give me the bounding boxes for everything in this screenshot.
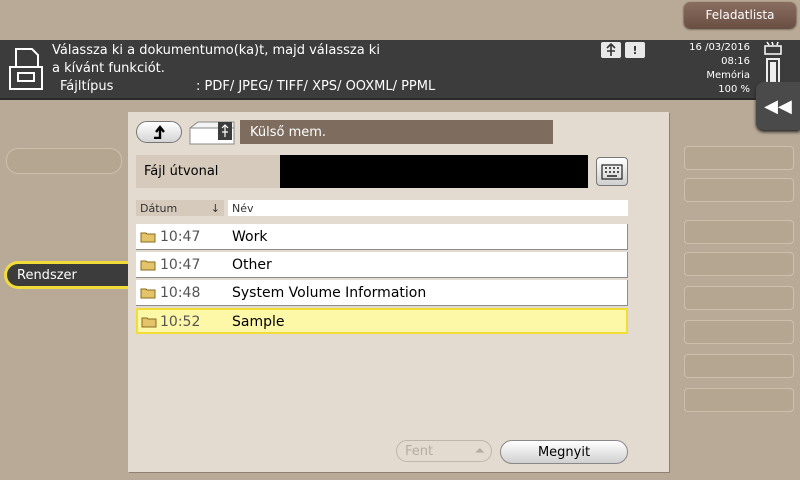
right-inactive-button — [684, 146, 794, 170]
open-button[interactable]: Megnyit — [500, 440, 628, 464]
usb-icon — [601, 42, 621, 58]
double-chevron-up-icon: ⏶ — [474, 443, 485, 459]
right-inactive-button — [684, 220, 794, 244]
right-inactive-button — [684, 354, 794, 378]
folder-icon — [140, 232, 156, 243]
file-name: Other — [232, 257, 272, 273]
job-list-button[interactable]: Feladatlista — [684, 2, 796, 28]
folder-icon — [141, 317, 157, 328]
right-inactive-button — [684, 388, 794, 412]
column-header-date[interactable]: Dátum ↓ — [136, 200, 224, 216]
date-display: 16 /03/2016 — [689, 42, 750, 53]
file-list-row[interactable]: 10:48 System Volume Information — [136, 280, 628, 306]
file-name: Sample — [232, 314, 285, 330]
file-time: 10:47 — [160, 257, 201, 273]
file-path-field[interactable] — [280, 155, 588, 188]
file-time: 10:52 — [160, 314, 201, 330]
memory-label: Memória — [706, 70, 750, 81]
file-list-row[interactable]: 10:47 Work — [136, 224, 628, 250]
file-path-label: Fájl útvonal — [136, 155, 280, 188]
column-date-label: Dátum — [140, 201, 178, 215]
filetype-value: : PDF/ JPEG/ TIFF/ XPS/ OOXML/ PPML — [196, 79, 436, 94]
scroll-up-button[interactable]: Fent ⏶ — [396, 440, 492, 462]
tab-system[interactable]: Rendszer — [4, 261, 138, 289]
memory-value: 100 % — [718, 84, 750, 95]
file-list-row[interactable]: 10:47 Other — [136, 252, 628, 278]
column-header-name[interactable]: Név — [228, 200, 628, 216]
file-name: System Volume Information — [232, 285, 427, 301]
keyboard-icon — [601, 163, 623, 180]
sort-down-icon: ↓ — [210, 201, 220, 215]
document-box-icon — [9, 48, 43, 90]
column-name-label: Név — [232, 201, 254, 215]
top-strip — [0, 0, 800, 40]
file-name: Work — [232, 229, 268, 245]
file-time: 10:47 — [160, 229, 201, 245]
time-display: 08:16 — [721, 56, 750, 67]
filetype-label: Fájltípus — [60, 79, 114, 94]
warning-icon[interactable]: ! — [625, 42, 645, 58]
folder-icon — [140, 288, 156, 299]
instruction-line-1: Válassza ki a dokumentumo(ka)t, majd vál… — [52, 43, 380, 58]
right-inactive-button — [684, 286, 794, 310]
left-inactive-button — [6, 148, 122, 174]
folder-icon — [140, 260, 156, 271]
up-arrow-icon — [154, 125, 165, 139]
keyboard-button[interactable] — [596, 157, 628, 186]
header-divider — [0, 98, 800, 100]
double-chevron-left-icon: ◀◀ — [764, 95, 792, 117]
file-time: 10:48 — [160, 285, 201, 301]
scroll-up-label: Fent — [405, 443, 434, 459]
external-memory-icon — [189, 121, 235, 145]
parent-folder-button[interactable] — [136, 121, 182, 143]
file-list-row[interactable]: 10:52 Sample — [136, 308, 628, 334]
right-inactive-button — [684, 178, 794, 202]
right-inactive-button — [684, 252, 794, 276]
right-inactive-button — [684, 320, 794, 344]
instruction-line-2: a kívánt funkciót. — [52, 61, 165, 76]
toner-icon — [764, 41, 782, 55]
collapse-panel-button[interactable]: ◀◀ — [756, 82, 800, 130]
current-location: Külső mem. — [240, 120, 553, 144]
